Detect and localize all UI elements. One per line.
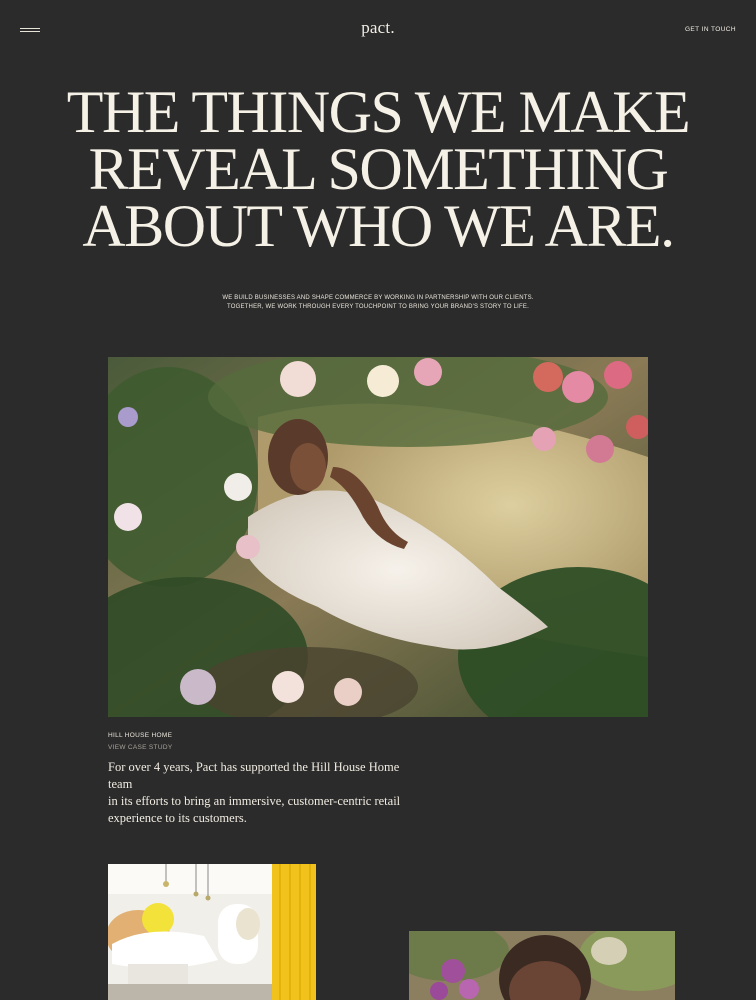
intro-line: TOGETHER, WE WORK THROUGH EVERY TOUCHPOI… xyxy=(226,303,529,310)
project-image-hill-house-home[interactable] xyxy=(108,357,648,717)
intro-text: WE BUILD BUSINESSES AND SHAPE COMMERCE B… xyxy=(0,294,756,311)
project-description-line: in its efforts to bring an immersive, cu… xyxy=(108,794,401,808)
site-logo[interactable]: pact. xyxy=(0,18,756,38)
intro-line: WE BUILD BUSINESSES AND SHAPE COMMERCE B… xyxy=(222,295,534,301)
hero-title-line: REVEAL SOMETHING xyxy=(88,136,669,202)
project-description-line: For over 4 years, Pact has supported the… xyxy=(108,760,400,791)
view-case-study-link[interactable]: VIEW CASE STUDY xyxy=(108,744,172,751)
project-client-name: HILL HOUSE HOME xyxy=(108,732,173,739)
project-image-portrait[interactable] xyxy=(409,931,675,1000)
get-in-touch-link[interactable]: GET IN TOUCH xyxy=(685,26,736,33)
hero-title-line: THE THINGS WE MAKE xyxy=(66,79,691,145)
site-header: pact. GET IN TOUCH xyxy=(0,0,756,60)
project-image-store-interior[interactable] xyxy=(108,864,316,1000)
hero-title: THE THINGS WE MAKE REVEAL SOMETHING ABOU… xyxy=(0,79,756,259)
hero-title-line: ABOUT WHO WE ARE. xyxy=(82,193,675,259)
project-description: For over 4 years, Pact has supported the… xyxy=(108,759,408,827)
project-description-line: experience to its customers. xyxy=(108,811,247,825)
